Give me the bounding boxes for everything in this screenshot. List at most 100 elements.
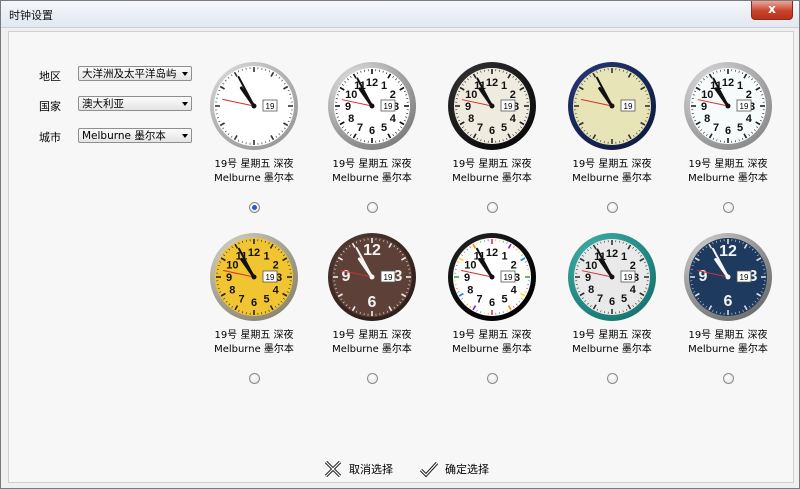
clock-numeral: 6 [489,125,495,137]
cancel-selection-label: 取消选择 [349,463,393,476]
clock-numeral: 9 [465,101,471,113]
clock-preview[interactable]: 1234567891011 1219 [682,60,774,152]
clock-radio[interactable] [367,202,378,213]
clock-numeral: 5 [501,122,507,134]
clock-city-caption: Melburne 墨尔本 [572,344,652,355]
clock-numeral: 8 [348,113,354,125]
clock-date-caption: 19号 星期五 深夜 [452,330,532,341]
hand-pivot [251,103,257,109]
clock-radio[interactable] [367,373,378,384]
clock-numeral: 1 [737,80,743,92]
clock-date-caption: 19号 星期五 深夜 [214,159,294,170]
clock-numeral: 12 [719,243,737,260]
clock-radio[interactable] [607,373,618,384]
clock-radio[interactable] [607,202,618,213]
x-icon [324,460,342,478]
clock-numeral: 7 [476,294,482,306]
clock-option[interactable]: 1 2 3 4 5 6 7 8 9 10 11 12 19 19号 星期五 深夜 Melburne 墨尔本 [194,231,314,384]
region-value: 大洋洲及太平洋岛屿 [82,68,177,80]
clock-settings-window: 时钟设置 x 地区 大洋洲及太平洋岛屿 国家 澳大利亚 城市 Melburne … [0,0,800,489]
clock-numeral: 6 [369,125,375,137]
date-text: 19 [384,273,393,282]
clock-radio[interactable] [723,373,734,384]
clock-city-caption: Melburne 墨尔本 [332,344,412,355]
clock-preview[interactable]: 1234567891011 1219 [446,60,538,152]
clock-numeral: 8 [229,285,235,297]
clock-numeral: 2 [511,260,517,272]
clock-numeral: 6 [609,296,615,308]
clock-numeral: 2 [390,89,396,101]
clock-numeral: 4 [746,113,753,125]
clock-preview[interactable]: 1234567891011 1219 [566,231,658,323]
date-text: 19 [504,102,513,111]
close-button[interactable]: x [751,1,793,20]
clock-preview[interactable]: 1234567891011 1219 [326,60,418,152]
clock-preview[interactable]: 19 [566,60,658,152]
clock-city-caption: Melburne 墨尔本 [214,344,294,355]
clock-city-caption: Melburne 墨尔本 [688,173,768,184]
clock-numeral: 5 [737,122,743,134]
clock-option[interactable]: 12 3 6 9 19 19号 星期五 深夜 Melburne 墨尔本 [668,231,788,384]
clock-option[interactable]: 19 19号 星期五 深夜 Melburne 墨尔本 [552,60,672,213]
chevron-down-icon [182,72,188,76]
clock-radio[interactable] [487,373,498,384]
clock-numeral: 5 [501,294,507,306]
clock-preview[interactable]: 19 [208,60,300,152]
clock-numeral: 7 [238,294,244,306]
clock-radio[interactable] [723,202,734,213]
clock-option[interactable]: 19 19号 星期五 深夜 Melburne 墨尔本 [194,60,314,213]
hand-pivot [251,274,257,280]
clock-numeral: 1 [263,250,269,262]
clock-preview[interactable]: 12369 19 [326,231,418,323]
clock-preview[interactable]: 12369 19 [682,231,774,323]
clock-radio[interactable] [249,202,260,213]
clock-numeral: 9 [701,101,707,113]
clock-numeral: 12 [606,248,618,260]
hand-pivot [609,274,615,280]
clock-option[interactable]: 1 2 3 4 5 6 7 8 9 10 11 12 19 19号 星期五 深夜 Melburne 墨尔本 [432,60,552,213]
date-text: 19 [384,102,393,111]
country-label: 国家 [39,100,61,113]
clock-radio[interactable] [487,202,498,213]
clock-numeral: 8 [468,113,474,125]
clock-numeral: 6 [251,297,257,309]
clock-date-caption: 19号 星期五 深夜 [452,159,532,170]
city-select[interactable]: Melburne 墨尔本 [78,128,192,143]
cancel-selection-button[interactable]: 取消选择 [323,458,393,480]
clock-numeral: 9 [226,272,232,284]
window-title: 时钟设置 [9,9,53,22]
clock-date-caption: 19号 星期五 深夜 [332,159,412,170]
clock-option[interactable]: 1 2 3 4 5 6 7 8 9 10 11 12 19 19号 星期五 深夜 Melburne 墨尔本 [552,231,672,384]
clock-numeral: 12 [248,247,260,259]
clock-numeral: 8 [704,113,710,125]
clock-date-caption: 19号 星期五 深夜 [214,330,294,341]
clock-numeral: 7 [713,122,719,134]
clock-numeral: 12 [366,77,378,89]
clock-numeral: 1 [381,80,387,92]
clock-numeral: 5 [263,294,269,306]
clock-numeral: 1 [501,250,507,262]
clock-numeral: 2 [510,89,516,101]
confirm-selection-label: 确定选择 [445,463,489,476]
clock-preview[interactable]: 1234567891011 1219 [208,231,300,323]
hand-pivot [369,103,375,109]
hand-pivot [725,274,731,280]
region-select[interactable]: 大洋洲及太平洋岛屿 [78,66,192,81]
clock-numeral: 1 [501,80,507,92]
clock-numeral: 12 [363,242,381,259]
clock-option[interactable]: 1 2 3 4 5 6 7 8 9 10 11 12 19 19号 星期五 深夜 Melburne 墨尔本 [312,60,432,213]
clock-radio[interactable] [249,373,260,384]
date-text: 19 [740,273,749,282]
country-select[interactable]: 澳大利亚 [78,96,192,111]
clock-option[interactable]: 1 2 3 4 5 6 7 8 9 10 11 12 19 19号 星期五 深夜 Melburne 墨尔本 [432,231,552,384]
clock-option[interactable]: 1 2 3 4 5 6 7 8 9 10 11 12 19 19号 星期五 深夜 Melburne 墨尔本 [668,60,788,213]
clock-preview[interactable]: 1234567891011 1219 [446,231,538,323]
clock-date-caption: 19号 星期五 深夜 [572,159,652,170]
clock-numeral: 7 [477,122,483,134]
confirm-selection-button[interactable]: 确定选择 [419,458,489,480]
settings-panel: 地区 大洋洲及太平洋岛屿 国家 澳大利亚 城市 Melburne 墨尔本 19 1… [8,31,794,483]
clock-option[interactable]: 12 3 6 9 19 19号 星期五 深夜 Melburne 墨尔本 [312,231,432,384]
clock-numeral: 6 [724,293,733,310]
clock-numeral: 2 [273,260,279,272]
city-label: 城市 [39,131,61,144]
